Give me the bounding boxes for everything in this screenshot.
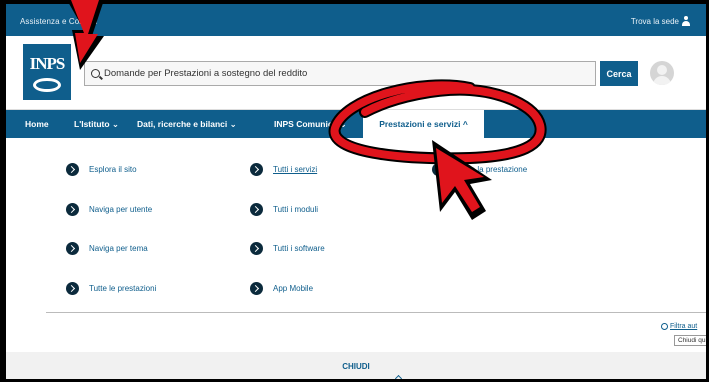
chevron-right-icon (66, 163, 79, 176)
mega-menu: Esplora il sito Naviga per utente Naviga… (6, 138, 706, 338)
inps-logo[interactable]: INPS (23, 44, 71, 100)
nav-item-home[interactable]: Home (25, 119, 49, 129)
nav-item-prestazioni-servizi[interactable]: Prestazioni e servizi ^ (363, 110, 484, 138)
menu-item-label: Esplora il sito (89, 165, 137, 174)
avatar[interactable] (650, 61, 674, 85)
chevron-up-icon (394, 374, 403, 379)
nav-item-inps-comunica[interactable]: INPS Comunica ⌄ (274, 119, 347, 130)
search-icon (91, 69, 100, 78)
chevron-right-icon (250, 282, 263, 295)
filter-link[interactable]: Filtra aut (661, 323, 697, 330)
top-utility-bar: Assistenza e Contatti Trova la sede (6, 0, 706, 36)
menu-item-tutti-servizi[interactable]: Tutti i servizi (250, 163, 317, 176)
filter-icon (661, 323, 668, 330)
nav-active-label: Prestazioni e servizi ^ (379, 119, 468, 129)
filter-label: Filtra aut (670, 323, 698, 330)
search-button[interactable]: Cerca (600, 61, 638, 86)
menu-item-naviga-utente[interactable]: Naviga per utente (66, 203, 152, 216)
menu-item-label: Naviga per utente (89, 205, 153, 214)
search-input[interactable]: Domande per Prestazioni a sostegno del r… (84, 61, 596, 86)
tooltip: Chiudi qui (674, 335, 706, 346)
menu-footer: CHIUDI (6, 352, 706, 379)
menu-divider (46, 312, 706, 313)
user-icon (682, 16, 690, 26)
menu-item-label: App Mobile (273, 284, 314, 293)
menu-item-app-mobile[interactable]: App Mobile (250, 282, 313, 295)
site-header: INPS Domande per Prestazioni a sostegno … (6, 36, 706, 110)
trova-sede-link[interactable]: Trova la sede (631, 16, 690, 26)
chevron-right-icon (250, 163, 263, 176)
menu-item-label: Tutti i moduli (273, 205, 319, 214)
nav-item-istituto[interactable]: L'Istituto ⌄ (74, 119, 119, 130)
logo-text: INPS (29, 54, 66, 73)
menu-item-tutte-prestazioni[interactable]: Tutte le prestazioni (66, 282, 156, 295)
close-menu-button[interactable]: CHIUDI (6, 362, 706, 371)
chevron-right-icon (250, 203, 263, 216)
assistenza-link[interactable]: Assistenza e Contatti (20, 17, 97, 26)
menu-item-trova-prestazione[interactable]: Trova la prestazione (432, 163, 527, 176)
menu-item-esplora[interactable]: Esplora il sito (66, 163, 137, 176)
main-nav: Home L'Istituto ⌄ Dati, ricerche e bilan… (6, 110, 706, 138)
menu-item-tutti-software[interactable]: Tutti i software (250, 242, 325, 255)
menu-item-label: Naviga per tema (89, 244, 148, 253)
menu-item-label: Trova la prestazione (455, 165, 528, 174)
chevron-right-icon (432, 163, 445, 176)
browser-viewport: Assistenza e Contatti Trova la sede INPS… (0, 0, 709, 382)
chevron-right-icon (66, 282, 79, 295)
chevron-right-icon (250, 242, 263, 255)
menu-item-tutti-moduli[interactable]: Tutti i moduli (250, 203, 318, 216)
chevron-right-icon (66, 242, 79, 255)
chevron-right-icon (66, 203, 79, 216)
menu-item-label: Tutti i servizi (273, 165, 318, 174)
nav-item-dati[interactable]: Dati, ricerche e bilanci ⌄ (137, 119, 237, 130)
logo-wave-icon (33, 78, 61, 92)
search-input-value: Domande per Prestazioni a sostegno del r… (104, 68, 308, 79)
menu-item-label: Tutti i software (273, 244, 325, 253)
menu-item-label: Tutte le prestazioni (89, 284, 157, 293)
menu-item-naviga-tema[interactable]: Naviga per tema (66, 242, 148, 255)
trova-sede-label: Trova la sede (630, 16, 679, 26)
